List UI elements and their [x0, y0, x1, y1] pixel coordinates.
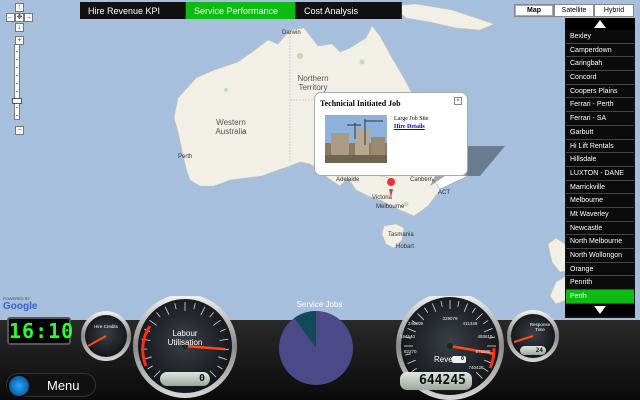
pan-down-icon[interactable]: ↓ — [15, 23, 24, 32]
site-item-north-melbourne[interactable]: North Melbourne — [566, 235, 634, 249]
menu-orb-icon — [7, 374, 31, 398]
tab-service-performance[interactable]: Service Performance — [186, 2, 296, 19]
site-item-newcastle[interactable]: Newcastle — [566, 221, 634, 236]
zoom-out-icon[interactable]: − — [15, 126, 24, 135]
site-item-camperdown[interactable]: Camperdown — [566, 43, 634, 58]
close-icon[interactable]: × — [454, 97, 462, 105]
site-item-luxton-dane[interactable]: LUXTON - DANE — [566, 166, 634, 181]
labour-label-line1: Labour — [173, 329, 198, 338]
map-label-melbourne: Melbourne — [376, 204, 405, 210]
response-label-line2: Time — [535, 327, 545, 332]
map-label-northern-territory: Northern Territory — [297, 74, 329, 92]
revenue-zero-label: 0 — [452, 356, 466, 363]
tab-hire-revenue-kpi[interactable]: Hire Revenue KPI — [80, 2, 186, 19]
kpi-tab-bar: Hire Revenue KPI Service Performance Cos… — [80, 2, 402, 19]
map-type-map-button[interactable]: Map — [514, 4, 554, 17]
map-label-perth: Perth — [178, 154, 193, 160]
digital-clock: 16:10 — [7, 317, 75, 345]
site-item-hillsdale[interactable]: Hillsdale — [566, 153, 634, 167]
info-window-title: Technicial Initiated Job — [320, 99, 401, 108]
revenue-scale-8: 740428 — [468, 365, 484, 370]
zoom-slider-thumb[interactable] — [12, 98, 22, 104]
site-list: Bexley Camperdown Caringbah Concord Coop… — [565, 18, 635, 318]
map-label-tasmania: Tasmania — [388, 232, 414, 238]
triangle-up-icon — [594, 20, 606, 28]
revenue-scale-1: 82270 — [404, 349, 417, 354]
site-item-bexley[interactable]: Bexley — [566, 30, 634, 44]
hire-details-link[interactable]: Hire Details — [394, 124, 425, 130]
service-jobs-title-overlay: Service Jobs — [296, 300, 343, 309]
revenue-scale-5: 411349 — [463, 321, 478, 326]
job-site-label: Large Job Site — [394, 116, 429, 122]
site-item-penrith[interactable]: Penrith — [566, 276, 634, 291]
labour-readout: 0 — [160, 372, 210, 386]
site-item-melbourne[interactable]: Melbourne — [566, 194, 634, 208]
pan-left-icon[interactable]: ← — [6, 13, 15, 22]
revenue-scale-3: 246809 — [408, 321, 424, 326]
menu-button[interactable]: Menu — [6, 373, 96, 398]
revenue-scale-2: 164540 — [400, 334, 416, 339]
site-item-north-wollongong[interactable]: North Wollongon — [566, 249, 634, 263]
site-item-coopers-plains[interactable]: Coopers Plains — [566, 84, 634, 99]
site-item-marrickville[interactable]: Marrickville — [566, 180, 634, 195]
revenue-scale-6: 493619 — [477, 334, 493, 339]
hire-credits-gauge: Hire Credits — [81, 311, 131, 361]
tab-cost-analysis[interactable]: Cost Analysis — [296, 2, 402, 19]
revenue-scale-4: 329079 — [442, 316, 458, 321]
map-label-hobart: Hobart — [396, 244, 415, 250]
pan-right-icon[interactable]: → — [24, 13, 33, 22]
map-label-darwin: Darwin — [282, 30, 301, 36]
site-item-ferrari-perth[interactable]: Ferrari - Perth — [566, 98, 634, 113]
zoom-slider-track[interactable] — [14, 44, 20, 120]
map-label-victoria: Victoria — [372, 195, 392, 201]
site-item-mt-waverley[interactable]: Mt Waverley — [566, 207, 634, 222]
site-item-garbutt[interactable]: Garbutt — [566, 125, 634, 140]
site-item-orange[interactable]: Orange — [566, 262, 634, 277]
site-item-concord[interactable]: Concord — [566, 71, 634, 85]
service-jobs-pie — [279, 311, 353, 385]
job-site-photo — [325, 115, 387, 163]
map-type-satellite-button[interactable]: Satellite — [554, 4, 594, 17]
job-info-window: Technicial Initiated Job × Large Job Sit… — [314, 92, 468, 176]
site-item-hi-lift-rentals[interactable]: Hi Lift Rentals — [566, 139, 634, 154]
scroll-up-button[interactable] — [565, 18, 635, 30]
pan-center-icon[interactable]: ✥ — [15, 13, 24, 22]
site-item-caringbah[interactable]: Caringbah — [566, 57, 634, 72]
revenue-readout: 644245 — [400, 372, 472, 390]
site-item-ferrari-sa[interactable]: Ferrari - SA — [566, 112, 634, 126]
map-label-western-australia: Western Australia — [215, 118, 247, 136]
site-items: Bexley Camperdown Caringbah Concord Coop… — [565, 30, 635, 304]
map-type-hybrid-button[interactable]: Hybrid — [594, 4, 634, 17]
revenue-scale-7: 575888 — [475, 349, 491, 354]
hire-credits-label: Hire Credits — [94, 324, 119, 329]
menu-label: Menu — [47, 378, 80, 393]
response-readout: 24 — [520, 346, 546, 355]
pan-up-icon[interactable]: ↑ — [15, 3, 24, 12]
labour-label-line2: Utilisation — [168, 338, 203, 347]
